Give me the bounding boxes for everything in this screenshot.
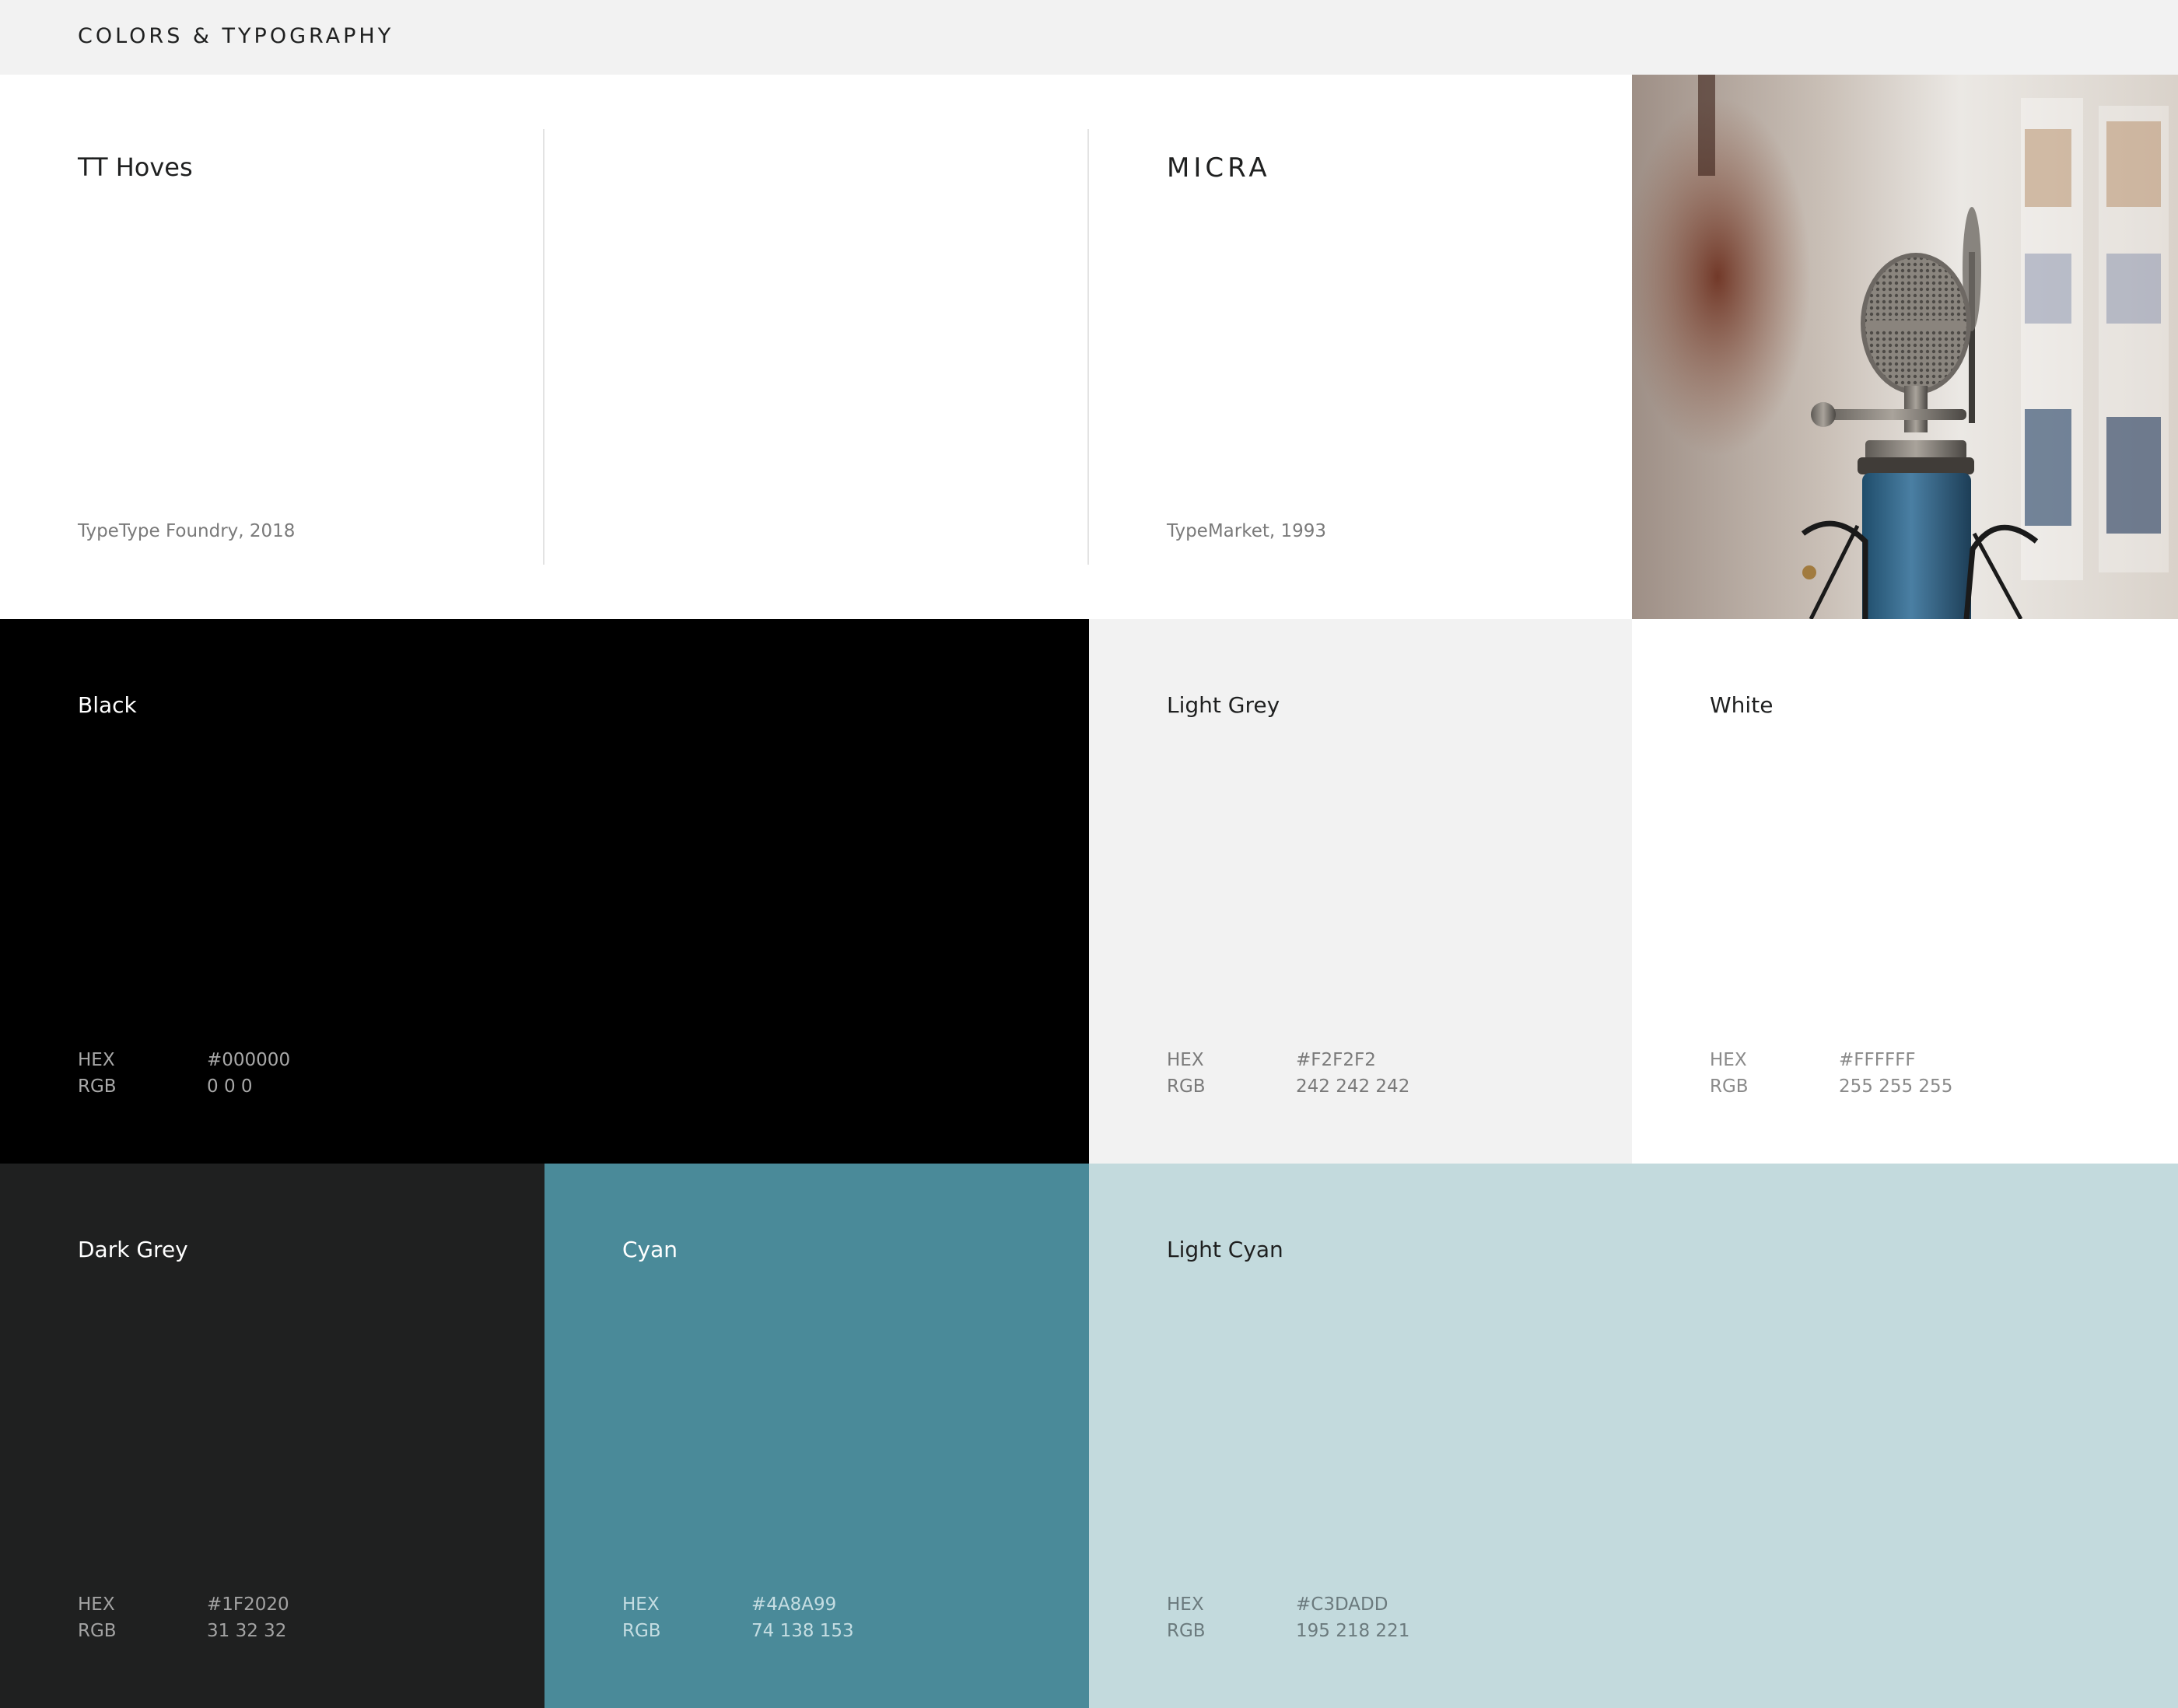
swatch-cyan: Cyan HEX #4A8A99 RGB 74 138 153 [544,1164,1089,1708]
hex-value: #F2F2F2 [1296,1050,1376,1070]
swatch-light-grey: Light Grey HEX #F2F2F2 RGB 242 242 242 [1089,619,1632,1164]
rgb-value: 31 32 32 [207,1621,287,1641]
swatch-name: White [1710,692,1774,718]
rgb-value: 255 255 255 [1839,1076,1953,1097]
hex-value: #FFFFFF [1839,1050,1916,1070]
microphone-illustration [1632,75,2178,619]
hex-value: #4A8A99 [751,1594,837,1615]
hex-label: HEX [78,1594,115,1615]
swatch-black: Black HEX #000000 RGB 0 0 0 [0,619,1089,1164]
hex-label: HEX [1167,1050,1204,1070]
swatch-white: White HEX #FFFFFF RGB 255 255 255 [1632,619,2178,1164]
page-header: COLORS & TYPOGRAPHY [0,0,2178,75]
swatch-name: Dark Grey [78,1237,188,1262]
typeface-credit: TypeMarket, 1993 [1167,521,1327,541]
microphone-photo [1632,75,2178,619]
hex-label: HEX [622,1594,660,1615]
page-title: COLORS & TYPOGRAPHY [78,24,394,48]
rgb-label: RGB [78,1076,117,1097]
swatch-spec: HEX #1F2020 RGB 31 32 32 [78,1591,289,1644]
typeface-card-tt-hoves: TT Hoves TypeType Foundry, 2018 [0,75,544,619]
swatch-name: Black [78,692,137,718]
swatch-spec: HEX #000000 RGB 0 0 0 [78,1047,290,1100]
typeface-name: MICRA [1167,152,1271,184]
rgb-label: RGB [622,1621,661,1641]
hex-label: HEX [78,1050,115,1070]
typeface-credit: TypeType Foundry, 2018 [78,521,296,541]
swatch-name: Light Cyan [1167,1237,1283,1262]
hex-value: #000000 [207,1050,291,1070]
swatch-spec: HEX #C3DADD RGB 195 218 221 [1167,1591,1409,1644]
typeface-name: TT Hoves [78,152,193,182]
swatch-name: Light Grey [1167,692,1280,718]
swatch-dark-grey: Dark Grey HEX #1F2020 RGB 31 32 32 [0,1164,544,1708]
hex-label: HEX [1167,1594,1204,1615]
rgb-label: RGB [1167,1621,1206,1641]
swatch-name: Cyan [622,1237,678,1262]
rgb-label: RGB [1710,1076,1749,1097]
hex-label: HEX [1710,1050,1747,1070]
rgb-value: 74 138 153 [751,1621,854,1641]
swatch-spec: HEX #FFFFFF RGB 255 255 255 [1710,1047,1952,1100]
swatch-light-cyan: Light Cyan HEX #C3DADD RGB 195 218 221 [1089,1164,2178,1708]
rgb-value: 0 0 0 [207,1076,253,1097]
typeface-card-micra: MICRA TypeMarket, 1993 [1089,75,1632,619]
hex-value: #1F2020 [207,1594,289,1615]
hex-value: #C3DADD [1296,1594,1388,1615]
rgb-label: RGB [78,1621,117,1641]
swatch-spec: HEX #4A8A99 RGB 74 138 153 [622,1591,854,1644]
rgb-label: RGB [1167,1076,1206,1097]
rgb-value: 242 242 242 [1296,1076,1410,1097]
rgb-value: 195 218 221 [1296,1621,1410,1641]
typeface-sample-area [544,75,1089,619]
swatch-spec: HEX #F2F2F2 RGB 242 242 242 [1167,1047,1409,1100]
